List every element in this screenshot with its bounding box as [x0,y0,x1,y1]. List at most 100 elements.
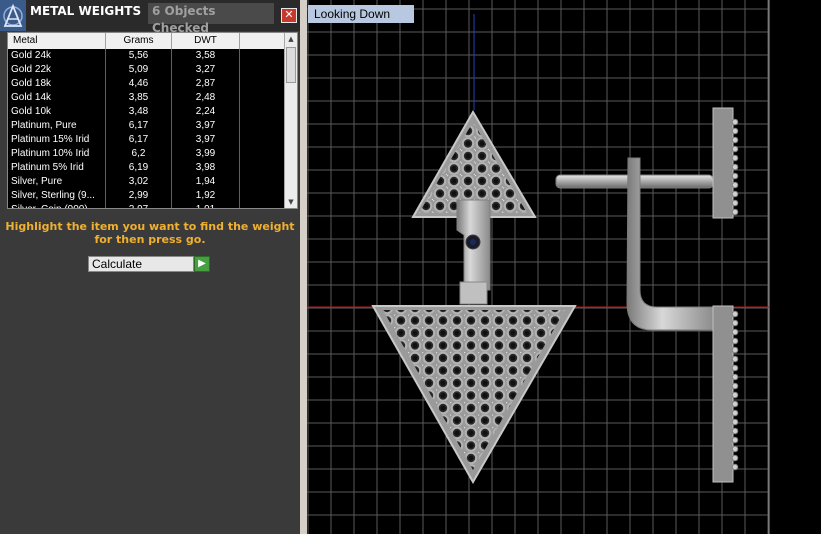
close-icon: ✕ [284,8,294,21]
empty-cell [240,147,285,161]
grams-cell: 6,19 [106,161,172,175]
metal-cell: Platinum 10% Irid [8,147,106,161]
grams-cell: 5,56 [106,49,172,63]
bead [731,328,739,336]
empty-cell [240,105,285,119]
pendant-front-view[interactable] [371,110,577,485]
metal-cell: Gold 14k [8,91,106,105]
table-row[interactable]: Gold 10k 3,48 2,24 [8,105,285,119]
table-row[interactable]: Silver, Coin (900)2,971,91 [8,203,285,208]
scroll-up-arrow-icon[interactable]: ▲ [285,33,297,45]
bead [731,454,739,462]
bead [731,310,739,318]
metal-cell: Platinum, Pure [8,119,106,133]
grams-cell: 3,48 [106,105,172,119]
bead [731,118,739,126]
dwt-cell: 2,48 [172,91,240,105]
bead [731,319,739,327]
column-header-dwt[interactable]: DWT [172,33,240,49]
play-icon: ▶ [198,258,206,269]
side-view-beads-top [731,118,739,216]
grams-cell: 6,17 [106,133,172,147]
panel-titlebar: METAL WEIGHTS 6 Objects Checked ✕ [0,0,300,35]
bead [731,163,739,171]
view-label: Looking Down [308,5,414,23]
empty-cell [240,77,285,91]
bead [731,400,739,408]
bead [731,373,739,381]
bead [731,172,739,180]
bead [731,355,739,363]
bead [731,418,739,426]
bead [731,154,739,162]
table-row[interactable]: Gold 22k 5,09 3,27 [8,63,285,77]
dwt-cell: 1,92 [172,189,240,203]
metal-cell: Platinum 5% Irid [8,161,106,175]
empty-cell [240,63,285,77]
column-header-metal[interactable]: Metal [8,33,106,49]
dwt-cell: 2,87 [172,77,240,91]
empty-cell [240,175,285,189]
grams-cell: 5,09 [106,63,172,77]
bead [731,208,739,216]
grams-cell: 3,85 [106,91,172,105]
dwt-cell: 3,99 [172,147,240,161]
calculate-select[interactable]: Calculate [88,256,194,272]
dwt-cell: 1,94 [172,175,240,189]
bead [731,127,739,135]
app-logo-icon [0,0,26,31]
table-row[interactable]: Silver, Pure 3,02 1,94 [8,175,285,189]
bead [731,136,739,144]
table-row[interactable]: Gold 14k 3,85 2,48 [8,91,285,105]
bead [731,463,739,471]
table-row[interactable]: Gold 24k 5,56 3,58 [8,49,285,63]
bead [731,445,739,453]
table-row[interactable]: Gold 18k 4,46 2,87 [8,77,285,91]
metal-cell: Gold 22k [8,63,106,77]
dwt-cell: 1,91 [172,203,240,208]
panel-splitter[interactable] [300,0,307,534]
metal-weights-table[interactable]: Metal Grams DWT Gold 24k 5,56 3,58 Gold 22k… [7,32,298,209]
bead [731,181,739,189]
table-row[interactable]: Platinum 5% Irid 6,19 3,98 [8,161,285,175]
table-row[interactable]: Platinum 15% Irid 6,17 3,97 [8,133,285,147]
instruction-text: Highlight the item you want to find the … [5,220,295,246]
table-row[interactable]: Silver, Sterling (9... 2,99 1,92 [8,189,285,203]
grams-cell: 4,46 [106,77,172,91]
metal-cell: Platinum 15% Irid [8,133,106,147]
go-button[interactable]: ▶ [194,256,210,272]
table-row[interactable]: Platinum, Pure 6,17 3,97 [8,119,285,133]
column-header-grams[interactable]: Grams [106,33,172,49]
panel-title: METAL WEIGHTS [30,4,142,18]
bead [731,364,739,372]
grams-cell: 6,17 [106,119,172,133]
empty-cell [240,119,285,133]
bead [731,346,739,354]
table-row[interactable]: Platinum 10% Irid 6,2 3,99 [8,147,285,161]
viewport-looking-down[interactable]: Looking Down [307,0,821,534]
dwt-cell: 3,97 [172,133,240,147]
pendant-side-view[interactable] [555,107,739,483]
dwt-cell: 3,98 [172,161,240,175]
scroll-thumb[interactable] [286,47,296,83]
empty-cell [240,133,285,147]
bead [731,427,739,435]
scroll-down-arrow-icon[interactable]: ▼ [285,196,297,208]
table-scrollbar[interactable]: ▲ ▼ [284,33,297,208]
bead [731,337,739,345]
bead [731,391,739,399]
metal-cell: Silver, Pure [8,175,106,189]
close-button[interactable]: ✕ [281,8,297,23]
dwt-cell: 3,58 [172,49,240,63]
empty-cell [240,161,285,175]
bead [731,409,739,417]
grams-cell: 3,02 [106,175,172,189]
table-header: Metal Grams DWT [8,33,285,49]
metal-cell: Silver, Sterling (9... [8,189,106,203]
bead [731,382,739,390]
objects-checked-status: 6 Objects Checked [148,3,274,35]
grams-cell: 6,2 [106,147,172,161]
metal-cell: Gold 24k [8,49,106,63]
grams-cell: 2,99 [106,189,172,203]
viewport-canvas[interactable] [307,0,821,534]
